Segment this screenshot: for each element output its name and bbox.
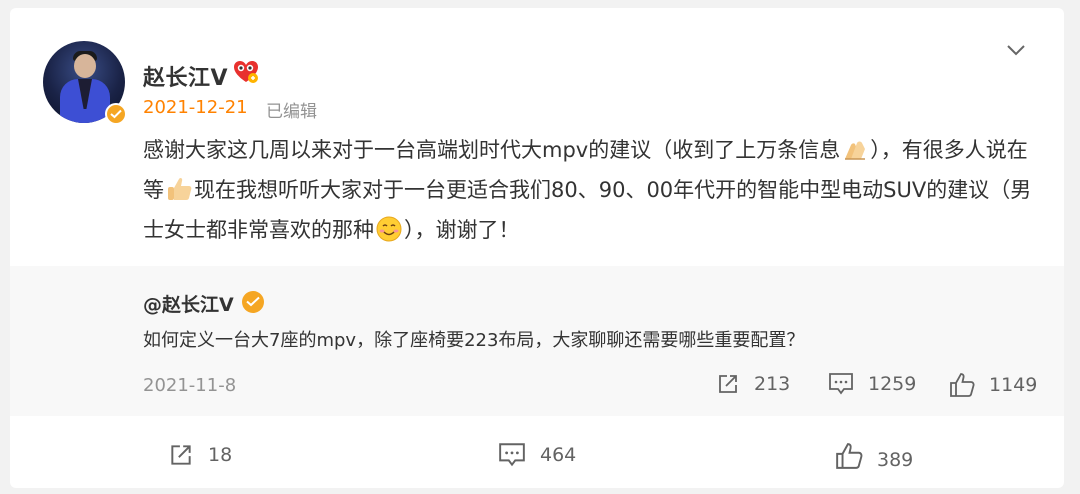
avatar-head	[74, 54, 96, 78]
repost-comment-count[interactable]: 1259	[828, 372, 916, 396]
repost-like-count[interactable]: 1149	[949, 372, 1037, 398]
repost-text: 如何定义一台大7座的mpv，除了座椅要223布局，大家聊聊还需要哪些重要配置？	[143, 330, 805, 351]
repost-username[interactable]: @赵长江V	[143, 290, 234, 317]
verified-badge-icon	[105, 103, 127, 125]
repost-share-value: 213	[754, 373, 791, 395]
like-count: 389	[877, 449, 914, 471]
share-icon	[719, 375, 737, 393]
post-date[interactable]: 2021-12-21	[143, 97, 248, 118]
comment-icon	[499, 443, 525, 467]
repost-like-value: 1149	[989, 374, 1038, 396]
thumbs-up-emoji-icon	[168, 177, 192, 200]
share-icon	[171, 445, 191, 465]
repost-date[interactable]: 2021-11-8	[143, 375, 236, 396]
weibo-post-card: 赵长江V 2021-12-21 已编辑 感谢大家这几周以来对于一台高端划时代大m…	[10, 8, 1064, 488]
like-icon	[950, 373, 975, 397]
repost-share-count[interactable]: 213	[716, 372, 790, 396]
like-icon	[836, 443, 863, 469]
share-count: 18	[208, 444, 233, 466]
like-button[interactable]: 389	[835, 442, 914, 471]
comment-icon	[829, 373, 853, 395]
verified-badge-icon	[242, 291, 264, 313]
vip-level-icon[interactable]	[233, 59, 259, 85]
comment-button[interactable]: 464	[498, 442, 576, 468]
pray-hands-emoji-icon	[845, 141, 866, 160]
edited-label[interactable]: 已编辑	[266, 97, 317, 122]
smile-emoji-icon	[376, 216, 402, 242]
post-text-part1: 感谢大家这几周以来对于一台高端划时代大mpv的建议（收到了上万条信息	[143, 138, 841, 162]
post-username[interactable]: 赵长江V	[143, 60, 228, 92]
comment-count: 464	[540, 444, 577, 466]
post-text-part4: ），谢谢了！	[404, 218, 520, 242]
repost-comment-value: 1259	[868, 373, 917, 395]
post-text-part3: 现在我想听听大家对于一台更适合我们80、90、00年代开的智能中型电动SUV的建…	[143, 178, 1032, 242]
post-text: 感谢大家这几周以来对于一台高端划时代大mpv的建议（收到了上万条信息 ），有很多…	[143, 130, 1043, 250]
chevron-down-icon[interactable]	[1004, 38, 1028, 62]
share-button[interactable]: 18	[168, 442, 232, 468]
